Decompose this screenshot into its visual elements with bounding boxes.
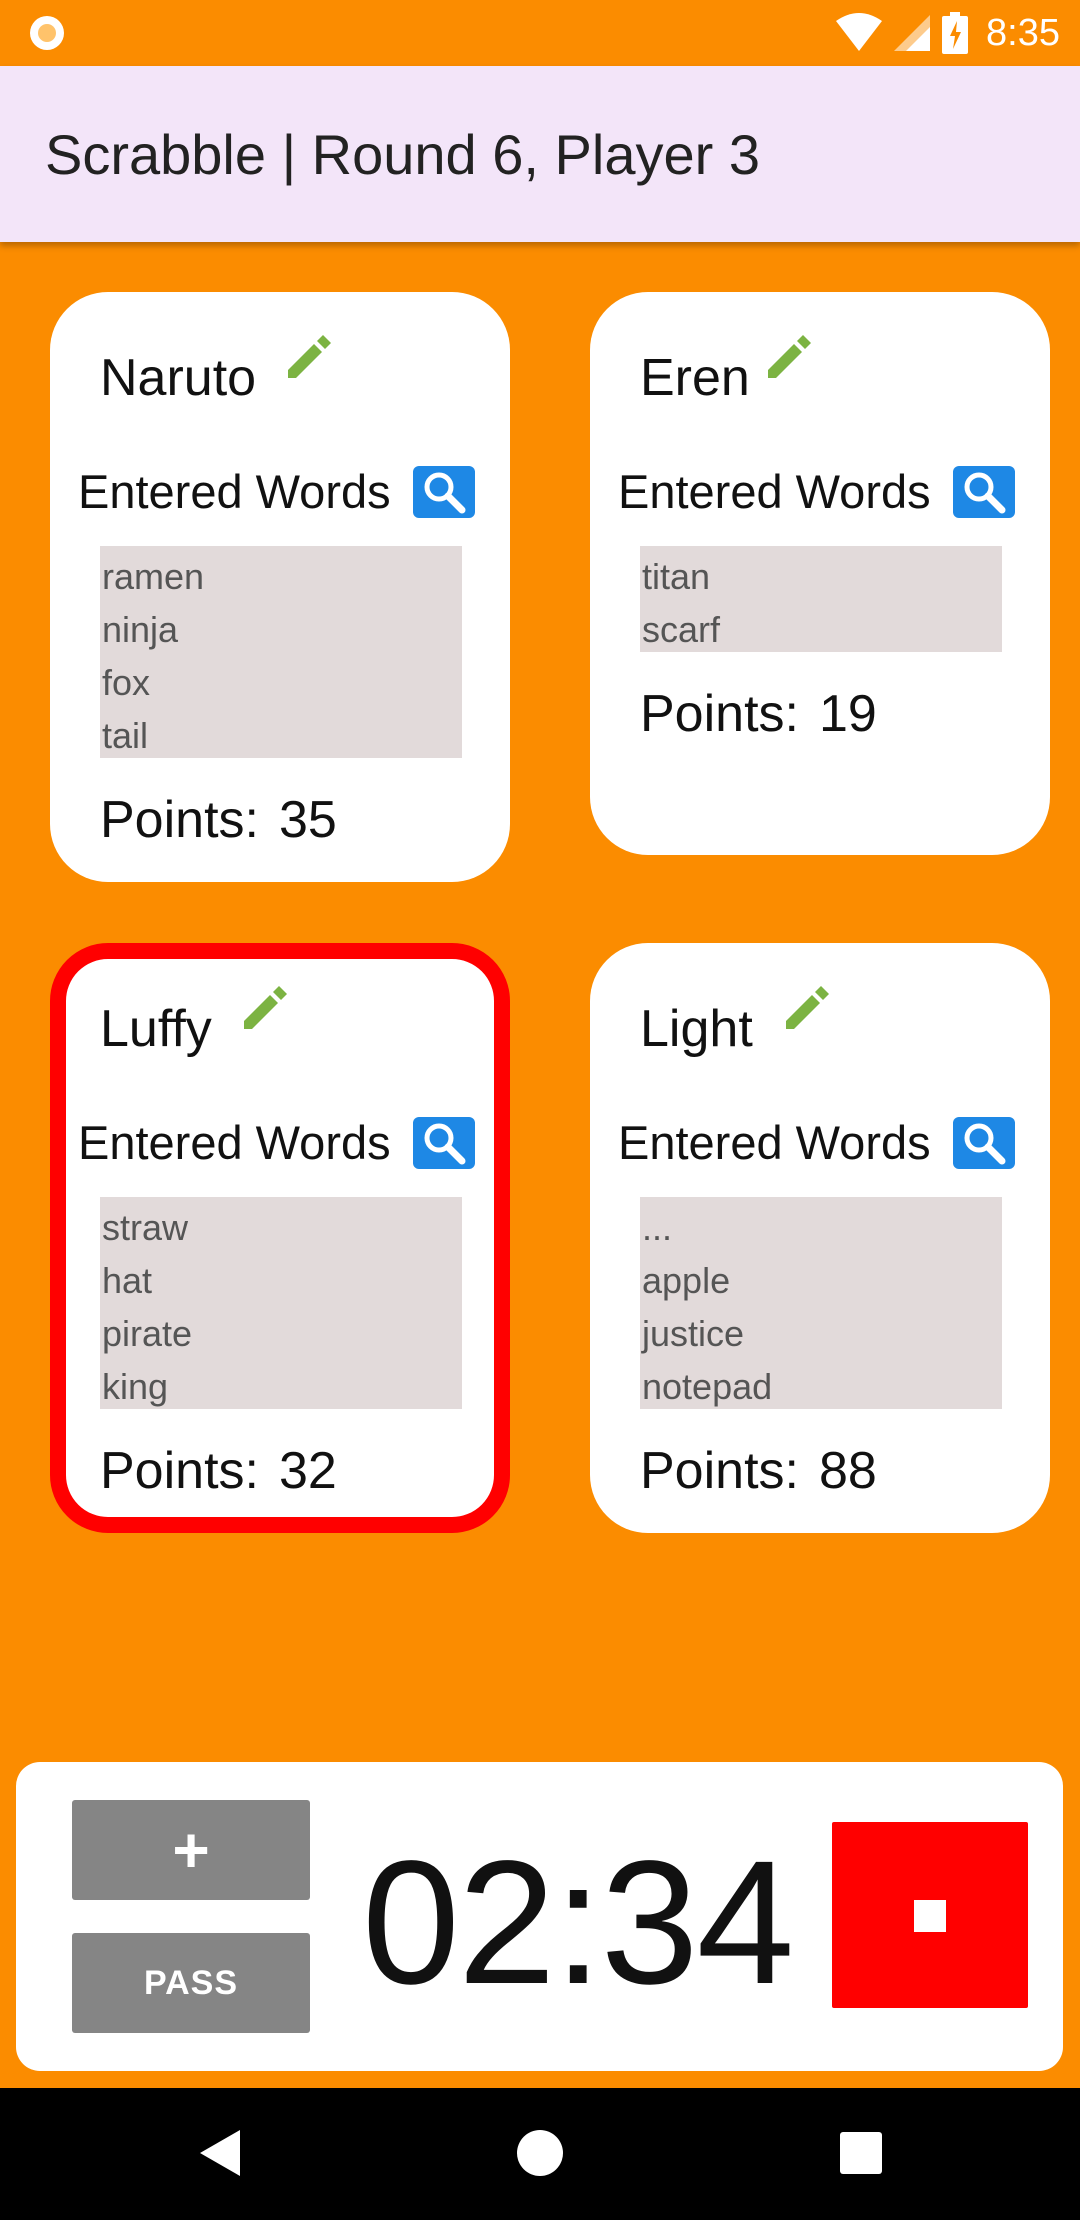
player-name: Eren <box>640 349 750 407</box>
word-item: pirate <box>102 1313 193 1354</box>
notification-icon <box>30 16 64 50</box>
points-label: Points: <box>640 685 799 743</box>
word-item: ninja <box>102 609 179 650</box>
player-card-naruto[interactable]: Naruto Entered Words ramen ninja fox tai… <box>50 292 510 882</box>
status-time: 8:35 <box>986 11 1060 54</box>
word-item: hat <box>102 1260 153 1301</box>
back-icon[interactable] <box>196 2128 242 2178</box>
signal-icon <box>894 15 931 51</box>
search-icon[interactable] <box>413 1117 475 1169</box>
navigation-bar <box>0 2088 1080 2220</box>
points-row: Points: 35 <box>100 790 337 850</box>
points-label: Points: <box>640 1442 799 1500</box>
points-value: 35 <box>278 791 337 849</box>
word-item: apple <box>642 1260 731 1301</box>
player-card-luffy[interactable]: Luffy Entered Words straw hat pirate kin… <box>50 943 510 1533</box>
search-icon[interactable] <box>953 466 1015 518</box>
add-word-button[interactable]: + <box>72 1800 310 1900</box>
app-title: Scrabble | Round 6, Player 3 <box>45 123 760 186</box>
entered-words-list: straw hat pirate king <box>100 1197 462 1409</box>
word-item: tail <box>102 715 149 756</box>
battery-icon <box>942 12 969 54</box>
entered-words-list: titan scarf <box>640 546 1002 652</box>
pencil-edit-icon[interactable] <box>238 979 294 1035</box>
player-name: Luffy <box>100 1000 212 1058</box>
word-item: fox <box>102 662 151 703</box>
word-item: scarf <box>642 609 721 650</box>
status-icons: 8:35 <box>836 8 1060 58</box>
word-item: titan <box>642 556 711 597</box>
entered-words-list: ramen ninja fox tail <box>100 546 462 758</box>
stop-button[interactable] <box>832 1822 1028 2008</box>
app-bar: Scrabble | Round 6, Player 3 <box>0 66 1080 242</box>
points-value: 88 <box>818 1442 877 1500</box>
word-item: ... <box>642 1207 673 1248</box>
word-item: justice <box>642 1313 745 1354</box>
player-card-eren[interactable]: Eren Entered Words titan scarf Points: 19 <box>590 292 1050 855</box>
points-value: 19 <box>818 685 877 743</box>
points-label: Points: <box>100 791 259 849</box>
search-icon[interactable] <box>953 1117 1015 1169</box>
pencil-edit-icon[interactable] <box>282 328 338 384</box>
pencil-edit-icon[interactable] <box>780 979 836 1035</box>
player-card-light[interactable]: Light Entered Words ... apple justice no… <box>590 943 1050 1533</box>
entered-words-list: ... apple justice notepad <box>640 1197 1002 1409</box>
player-name: Light <box>640 1000 753 1058</box>
word-item: straw <box>102 1207 189 1248</box>
stop-icon <box>914 1900 946 1932</box>
points-row: Points: 19 <box>640 684 877 744</box>
word-item: notepad <box>642 1366 773 1407</box>
entered-words-label: Entered Words <box>78 465 391 518</box>
entered-words-label: Entered Words <box>618 465 931 518</box>
word-item: ramen <box>102 556 205 597</box>
entered-words-label: Entered Words <box>618 1116 931 1169</box>
status-bar: 8:35 <box>0 0 1080 66</box>
points-row: Points: 32 <box>100 1441 337 1501</box>
word-item: king <box>102 1366 169 1407</box>
wifi-icon <box>836 13 883 51</box>
pass-button[interactable]: PASS <box>72 1933 310 2033</box>
entered-words-label: Entered Words <box>78 1116 391 1169</box>
search-icon[interactable] <box>413 466 475 518</box>
home-icon[interactable] <box>516 2128 564 2178</box>
pencil-edit-icon[interactable] <box>762 328 818 384</box>
countdown-timer: 02:34 <box>362 1825 794 2021</box>
points-row: Points: 88 <box>640 1441 877 1501</box>
points-label: Points: <box>100 1442 259 1500</box>
recents-icon[interactable] <box>838 2128 884 2178</box>
points-value: 32 <box>278 1442 337 1500</box>
control-panel: + PASS 02:34 <box>16 1762 1063 2071</box>
player-name: Naruto <box>100 349 257 407</box>
